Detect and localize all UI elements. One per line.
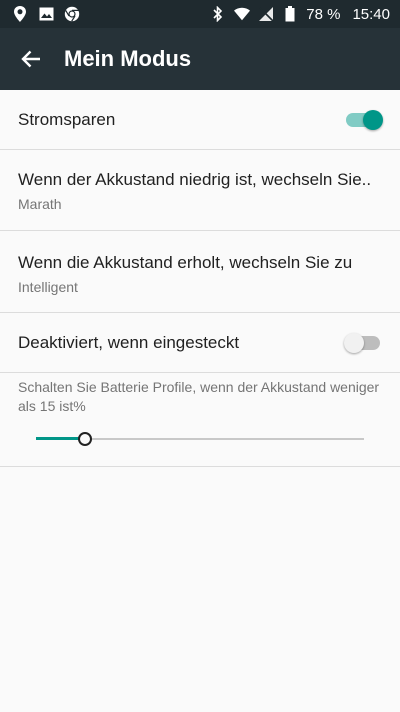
recovered-mode-row[interactable]: Wenn die Akkustand erholt, wechseln Sie … [0, 231, 400, 313]
low-battery-mode-value: Marath [18, 196, 62, 212]
disable-when-plugged-toggle[interactable] [344, 332, 382, 353]
status-bar: 78 % 15:40 [0, 0, 400, 28]
low-battery-mode-row[interactable]: Wenn der Akkustand niedrig ist, wechseln… [0, 150, 400, 231]
page-title: Mein Modus [64, 46, 192, 71]
power-saving-label: Stromsparen [18, 109, 116, 129]
clock: 15:40 [352, 5, 390, 23]
recovered-mode-value: Intelligent [18, 279, 78, 295]
back-button[interactable] [16, 44, 46, 74]
status-bar-left [12, 6, 80, 22]
location-icon [12, 6, 28, 22]
power-saving-toggle[interactable] [346, 109, 383, 130]
threshold-label: Schalten Sie Batterie Profile, wenn der … [18, 379, 380, 414]
no-signal-icon [258, 6, 274, 22]
power-saving-row[interactable]: Stromsparen [0, 90, 400, 150]
image-icon [38, 6, 54, 22]
toggle-thumb [344, 332, 364, 353]
recovered-mode-title: Wenn die Akkustand erholt, wechseln Sie … [18, 253, 353, 272]
status-bar-right: 78 % 15:40 [210, 6, 390, 23]
battery-icon [282, 6, 298, 22]
threshold-section: Schalten Sie Batterie Profile, wenn der … [0, 373, 400, 467]
threshold-slider[interactable] [36, 432, 364, 446]
wifi-icon [234, 6, 251, 22]
toggle-thumb [363, 109, 383, 130]
arrow-back-icon [21, 50, 40, 68]
app-bar: Mein Modus [0, 28, 400, 90]
chrome-icon [64, 6, 80, 22]
disable-when-plugged-label: Deaktiviert, wenn eingesteckt [18, 332, 240, 352]
slider-knob[interactable] [78, 432, 93, 446]
battery-percent: 78 % [306, 5, 341, 23]
disable-when-plugged-row[interactable]: Deaktiviert, wenn eingesteckt [0, 313, 400, 373]
low-battery-mode-title: Wenn der Akkustand niedrig ist, wechseln… [18, 170, 372, 189]
bluetooth-icon [210, 6, 226, 22]
